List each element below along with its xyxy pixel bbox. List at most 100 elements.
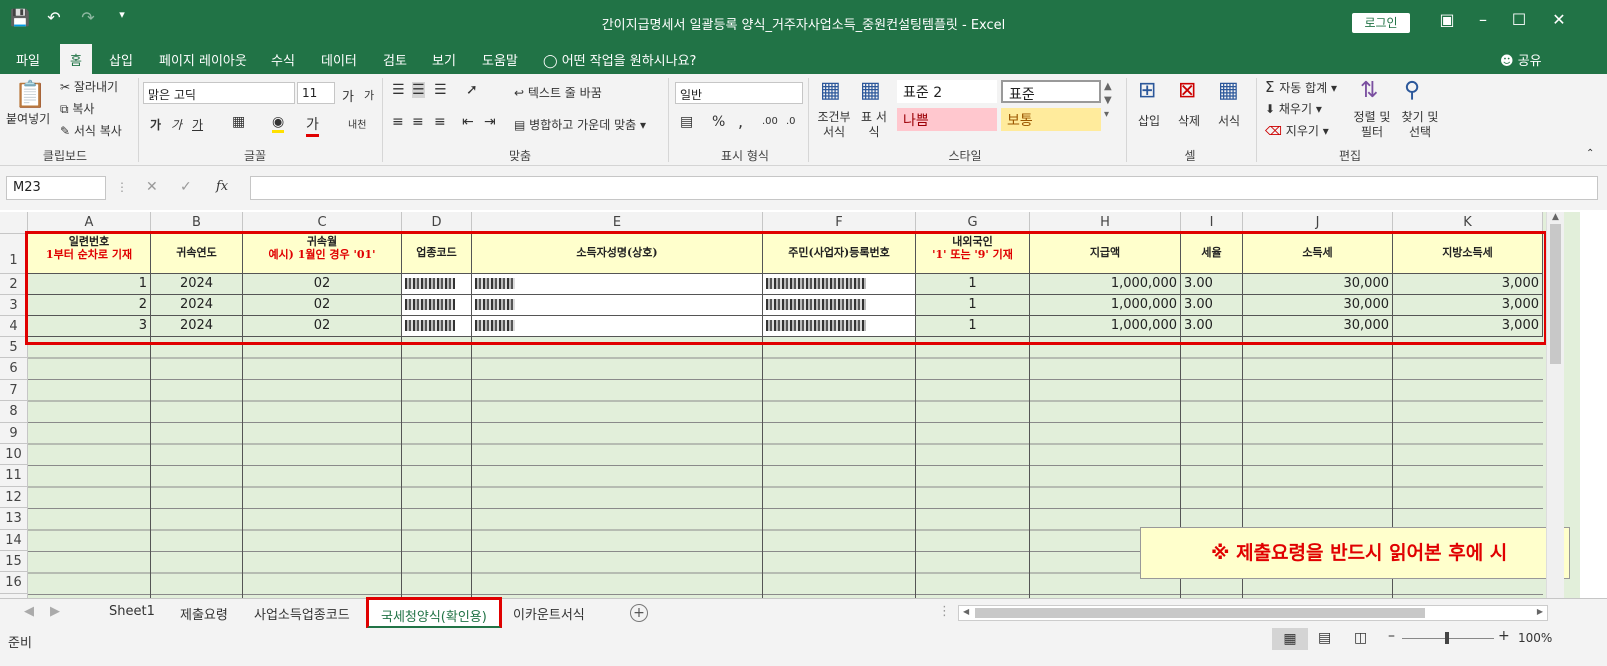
zoom-out-icon[interactable]: – [1388, 628, 1395, 644]
increase-font-icon[interactable]: 가 [342, 86, 354, 105]
decrease-indent-icon[interactable]: ⇤ [462, 114, 474, 130]
tab-help[interactable]: 도움말 [482, 50, 518, 69]
italic-button[interactable]: 가 [171, 116, 182, 133]
font-name-dropdown[interactable]: 맑은 고딕 [143, 82, 295, 104]
clear-button[interactable]: ⌫ 지우기 ▾ [1265, 122, 1329, 139]
phonetic-button[interactable]: 내천 [348, 116, 366, 131]
tab-formulas[interactable]: 수식 [271, 50, 295, 69]
underline-button[interactable]: 가 [192, 116, 203, 133]
fill-color-icon[interactable]: ◉ [272, 114, 285, 133]
tab-view[interactable]: 보기 [432, 50, 456, 69]
align-right-icon[interactable]: ≡ [434, 114, 446, 130]
wrap-text-button[interactable]: ↩ 텍스트 줄 바꿈 [514, 84, 602, 101]
tab-data[interactable]: 데이터 [321, 50, 357, 69]
row-header[interactable]: 7 [0, 380, 28, 401]
format-painter-button[interactable]: ✎ 서식 복사 [60, 122, 122, 139]
row-header[interactable]: 14 [0, 530, 28, 551]
increase-decimal-icon[interactable]: .00 [762, 116, 778, 127]
scroll-thumb[interactable] [1550, 224, 1561, 364]
number-format-dropdown[interactable]: 일반 [675, 82, 803, 104]
align-bottom-icon[interactable]: ☰ [434, 82, 447, 98]
scroll-left-icon[interactable]: ◀ [963, 607, 969, 616]
next-sheet-icon[interactable]: ▶ [50, 604, 60, 619]
align-middle-icon[interactable]: ☰ [412, 82, 425, 98]
tab-split-icon[interactable]: ⋮ [938, 604, 951, 619]
row-header[interactable]: 2 [0, 274, 28, 295]
zoom-level[interactable]: 100% [1518, 631, 1552, 645]
cut-button[interactable]: ✂ 잘라내기 [60, 78, 118, 95]
notice-textbox[interactable]: ※ 제출요령을 반드시 읽어본 후에 시 [1140, 527, 1570, 579]
prev-sheet-icon[interactable]: ◀ [24, 604, 34, 619]
tab-file[interactable]: 파일 [16, 50, 40, 69]
sheet-tab-guide[interactable]: 제출요령 [180, 604, 228, 623]
zoom-slider-thumb[interactable] [1445, 632, 1449, 644]
autosum-button[interactable]: Σ 자동 합계 ▾ [1265, 78, 1337, 96]
row-header[interactable]: 8 [0, 401, 28, 423]
vertical-scrollbar[interactable]: ▲ [1546, 212, 1564, 598]
copy-button[interactable]: ⧉ 복사 [60, 100, 94, 117]
share-button[interactable]: ☻ 공유 [1500, 50, 1542, 69]
tell-me-search[interactable]: ◯ 어떤 작업을 원하시나요? [543, 50, 696, 69]
page-break-view-icon[interactable]: ◫ [1354, 630, 1367, 646]
row-header[interactable]: 12 [0, 487, 28, 508]
cancel-icon[interactable]: ✕ [146, 179, 158, 195]
scroll-up-icon[interactable]: ▲ [1547, 212, 1564, 222]
align-left-icon[interactable]: ≡ [392, 114, 404, 130]
close-icon[interactable]: ✕ [1544, 10, 1574, 29]
paste-button[interactable]: 붙여넣기 [6, 110, 50, 127]
bold-button[interactable]: 가 [150, 116, 161, 133]
style-bad[interactable]: 나쁨 [897, 108, 997, 131]
row-header[interactable]: 13 [0, 508, 28, 530]
decrease-font-icon[interactable]: 가 [364, 87, 374, 103]
tab-review[interactable]: 검토 [383, 50, 407, 69]
row-header[interactable]: 3 [0, 295, 28, 316]
borders-icon[interactable]: ▦ [232, 114, 245, 130]
tab-insert[interactable]: 삽입 [109, 50, 133, 69]
row-header[interactable]: 16 [0, 572, 28, 594]
style-normal[interactable]: 표준 [1001, 80, 1101, 103]
row-header[interactable]: 10 [0, 444, 28, 465]
zoom-in-icon[interactable]: + [1498, 628, 1510, 644]
horizontal-scrollbar[interactable]: ◀ ▶ [958, 605, 1548, 621]
tab-home[interactable]: 홈 [60, 44, 92, 74]
decrease-decimal-icon[interactable]: .0 [786, 116, 796, 127]
add-sheet-icon[interactable]: + [630, 604, 648, 622]
row-header[interactable]: 6 [0, 358, 28, 380]
conditional-format-icon[interactable]: ▦ [820, 78, 841, 103]
find-select-icon[interactable]: ⚲ [1404, 78, 1420, 103]
sort-filter-button[interactable]: 정렬 및 필터 [1352, 110, 1392, 140]
orientation-icon[interactable]: ➚ [466, 82, 478, 98]
format-cells-icon[interactable]: ▦ [1218, 78, 1239, 103]
row-header[interactable]: 1 [0, 234, 28, 274]
maximize-icon[interactable]: ☐ [1504, 10, 1534, 29]
row-header[interactable]: 5 [0, 337, 28, 358]
ribbon-display-icon[interactable]: ▣ [1432, 10, 1462, 29]
comma-button[interactable]: , [738, 112, 743, 131]
enter-icon[interactable]: ✓ [180, 179, 192, 195]
find-select-button[interactable]: 찾기 및 선택 [1398, 110, 1442, 140]
scroll-right-icon[interactable]: ▶ [1537, 607, 1543, 616]
font-size-dropdown[interactable]: 11 [297, 82, 335, 104]
formula-input[interactable] [250, 176, 1598, 200]
insert-cells-button[interactable]: 삽입 [1138, 112, 1160, 129]
page-layout-view-icon[interactable]: ▤ [1318, 630, 1331, 646]
paste-icon[interactable]: 📋 [14, 80, 46, 110]
format-cells-button[interactable]: 서식 [1218, 112, 1240, 129]
name-box[interactable]: M23 [6, 176, 106, 200]
increase-indent-icon[interactable]: ⇥ [484, 114, 496, 130]
style-normal2[interactable]: 표준 2 [897, 80, 997, 103]
style-neutral[interactable]: 보통 [1001, 108, 1101, 131]
insert-function-icon[interactable]: fx [216, 179, 228, 194]
sheet-tab-codes[interactable]: 사업소득업종코드 [254, 604, 350, 623]
sort-filter-icon[interactable]: ⇅ [1360, 78, 1378, 103]
select-all-corner[interactable] [0, 212, 28, 234]
accounting-format-icon[interactable]: ▤ [680, 114, 693, 130]
sheet-tab-ecount[interactable]: 이카운트서식 [513, 604, 585, 623]
minimize-icon[interactable]: – [1468, 10, 1498, 29]
h-scroll-thumb[interactable] [975, 608, 1425, 618]
percent-button[interactable]: % [712, 114, 725, 130]
delete-cells-icon[interactable]: ⊠ [1178, 78, 1196, 103]
table-format-icon[interactable]: ▦ [860, 78, 881, 103]
normal-view-icon[interactable]: ▦ [1272, 628, 1308, 650]
row-header[interactable]: 4 [0, 316, 28, 337]
